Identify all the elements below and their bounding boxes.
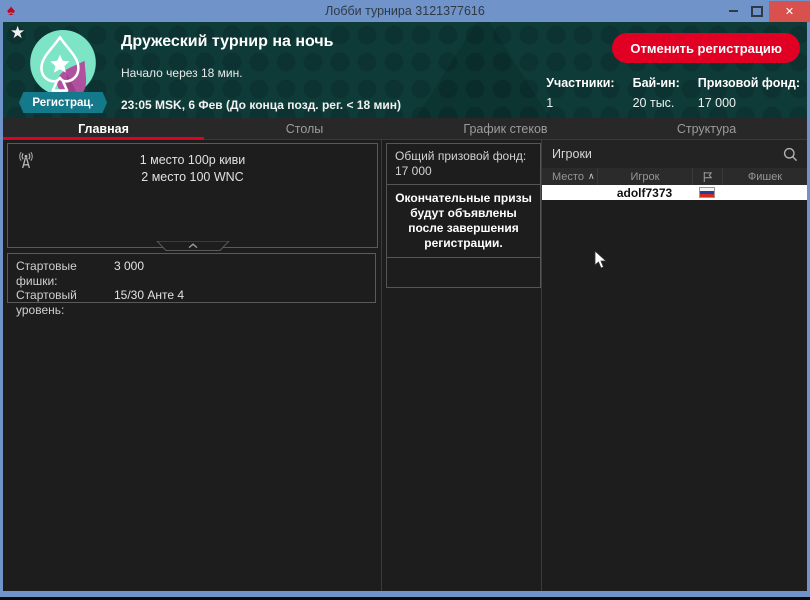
starting-info-box: Стартовые фишки: 3 000 Стартовый уровень… (7, 253, 376, 317)
column-place-label: Место (552, 170, 584, 183)
column-place[interactable]: Место ∧ (542, 168, 597, 185)
starting-level-label: Стартовый уровень: (16, 288, 77, 317)
starting-chips-row: Стартовые фишки: 3 000 (16, 259, 367, 288)
column-country[interactable] (692, 168, 722, 185)
player-search-input[interactable] (542, 147, 783, 161)
cancel-registration-button[interactable]: Отменить регистрацию (612, 33, 800, 63)
tab-main[interactable]: Главная (3, 118, 204, 140)
stat-label: Участники: (546, 76, 615, 90)
player-chips-cell (722, 185, 807, 200)
stat-value: 20 тыс. (632, 96, 675, 110)
stat-value: 1 (546, 96, 554, 110)
stat-value: 17 000 (697, 96, 737, 110)
schedule-info: 23:05 MSK, 6 Фев (До конца позд. рег. < … (121, 98, 401, 112)
column-chips[interactable]: Фишек (722, 168, 807, 185)
starting-level-row: Стартовый уровень: 15/30 Анте 4 (16, 288, 367, 317)
prize-pool-note: Окончательные призы будут объявлены посл… (387, 185, 540, 258)
prize-line-2: 2 место 100 WNC (141, 170, 244, 184)
player-flag-cell (692, 185, 722, 200)
tab-stack-chart[interactable]: График стеков (405, 118, 606, 139)
prize-pool-value: 17 000 (395, 164, 432, 178)
prize-pool-panel: Общий призовой фонд: 17 000 Окончательны… (382, 140, 541, 591)
search-icon[interactable] (783, 147, 798, 162)
minimize-icon (728, 10, 738, 12)
maximize-icon (751, 5, 763, 17)
player-name-cell: adolf7373 (616, 185, 673, 200)
player-search-bar (542, 140, 807, 169)
players-panel: Место ∧ Игрок Фишек adolf7373 (542, 140, 807, 591)
tournament-name: Дружеский турнир на ночь (121, 33, 334, 50)
start-countdown: Начало через 18 мин. (121, 66, 243, 80)
tournament-header: ★ Регистрац. Дружеский турнир на ночь На… (3, 22, 807, 118)
tab-tables[interactable]: Столы (204, 118, 405, 139)
starting-level-value: 15/30 Анте 4 (114, 288, 185, 302)
tab-structure[interactable]: Структура (606, 118, 807, 139)
starting-chips-label: Стартовые фишки: (16, 259, 77, 288)
stat-label: Призовой фонд: (697, 76, 800, 90)
prize-line-1: 1 место 100р киви (139, 153, 246, 167)
player-row[interactable]: adolf7373 (542, 185, 807, 200)
prize-pool-box: Общий призовой фонд: 17 000 Окончательны… (386, 143, 541, 288)
announcement-box: 1 место 100р киви 2 место 100 WNC (7, 143, 378, 251)
column-player[interactable]: Игрок (597, 168, 692, 185)
close-button[interactable]: ✕ (769, 0, 810, 22)
window-border-left (0, 22, 3, 597)
flag-column-icon (703, 171, 713, 182)
main-info-panel: 1 место 100р киви 2 место 100 WNC Старто… (3, 140, 381, 591)
stat-participants: Участники: 1 (546, 76, 614, 110)
tournament-stats: Участники: 1 Бай-ин: 20 тыс. Призовой фо… (546, 76, 800, 110)
player-place-cell (542, 185, 597, 200)
stat-buyin: Бай-ин: 20 тыс. (633, 76, 680, 110)
titlebar[interactable]: ♠ Лобби турнира 3121377616 ✕ (0, 0, 810, 22)
prize-pool-label: Общий призовой фонд: (395, 149, 527, 163)
tournament-lobby-window: ♠ Лобби турнира 3121377616 ✕ ★ Регистрац… (0, 0, 810, 600)
prize-pool-total: Общий призовой фонд: 17 000 (387, 144, 540, 185)
prize-pool-empty-section (387, 258, 540, 287)
players-table-header: Место ∧ Игрок Фишек (542, 168, 807, 185)
status-badge: Регистрац. (19, 92, 107, 113)
lobby-content: 1 место 100р киви 2 место 100 WNC Старто… (3, 140, 807, 591)
prize-announcement: 1 место 100р киви 2 место 100 WNC (8, 152, 377, 186)
starting-chips-value: 3 000 (114, 259, 145, 273)
stat-prizepool: Призовой фонд: 17 000 (698, 76, 800, 110)
window-title: Лобби турнира 3121377616 (325, 4, 485, 18)
flag-ru-icon (699, 187, 715, 198)
sort-asc-icon: ∧ (587, 171, 595, 181)
stat-label: Бай-ин: (632, 76, 680, 90)
favorite-star-icon[interactable]: ★ (10, 23, 25, 43)
maximize-button[interactable] (745, 0, 769, 22)
minimize-button[interactable] (721, 0, 745, 22)
tab-bar: Главная Столы График стеков Структура (3, 118, 807, 140)
